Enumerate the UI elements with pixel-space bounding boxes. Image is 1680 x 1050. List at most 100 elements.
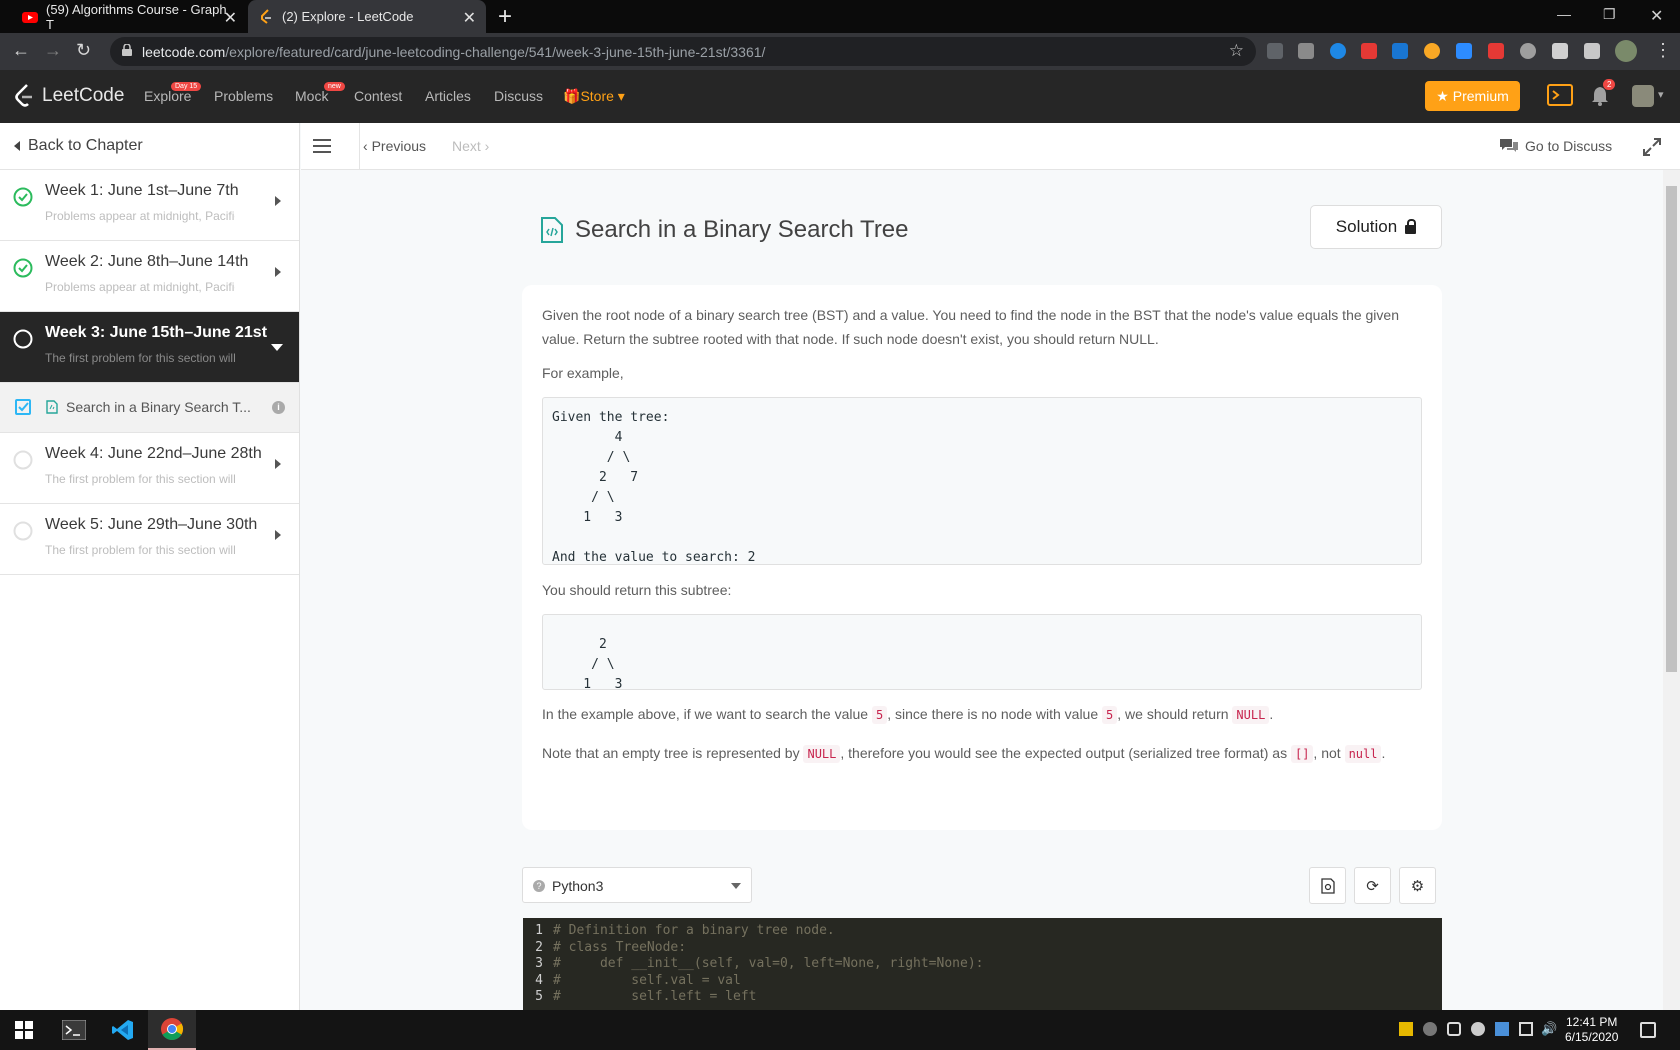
forward-arrow-icon[interactable]: →	[44, 40, 62, 61]
action-center-icon[interactable]	[1640, 1022, 1656, 1038]
terminal-icon[interactable]	[50, 1010, 98, 1050]
week-item-3[interactable]: Week 3: June 15th–June 21st The first pr…	[0, 312, 299, 383]
nav-discuss[interactable]: Discuss	[494, 88, 543, 104]
window-close-icon[interactable]: ✕	[1650, 6, 1663, 26]
line-number: 4	[535, 972, 543, 988]
extension-icon[interactable]	[1520, 43, 1536, 59]
code-editor[interactable]: 1 # Definition for a binary tree node. 2 #…	[523, 918, 1442, 1010]
system-clock[interactable]: 12:41 PM 6/15/2020	[1565, 1015, 1618, 1045]
browser-tab-leetcode[interactable]: (2) Explore - LeetCode ✕	[248, 0, 486, 33]
back-arrow-icon[interactable]: ←	[12, 40, 30, 61]
clock-date: 6/15/2020	[1565, 1030, 1619, 1044]
week-title: Week 1: June 1st–June 7th	[45, 182, 239, 199]
new-tab-icon[interactable]: +	[498, 3, 512, 31]
week-item-5[interactable]: Week 5: June 29th–June 30th The first pr…	[0, 504, 299, 575]
media-control-icon[interactable]	[1584, 43, 1600, 59]
s-extension-icon[interactable]	[1392, 43, 1408, 59]
puzzle-icon[interactable]	[1552, 43, 1568, 59]
close-tab-icon[interactable]: ✕	[463, 8, 476, 28]
volume-icon[interactable]: 🔊	[1541, 1022, 1557, 1036]
tray-app-icon[interactable]	[1399, 1022, 1413, 1036]
refresh-icon: ⟳	[1366, 877, 1379, 895]
caret-right-icon	[275, 530, 281, 540]
solution-button[interactable]: Solution	[1310, 205, 1442, 249]
chrome-icon[interactable]	[148, 1010, 196, 1050]
week-item-2[interactable]: Week 2: June 8th–June 14th Problems appe…	[0, 241, 299, 312]
zoom-extension-icon[interactable]	[1456, 43, 1472, 59]
description-line-1: Given the root node of a binary search t…	[542, 307, 1399, 323]
shield-icon[interactable]	[1447, 1022, 1461, 1036]
profile-avatar[interactable]	[1615, 40, 1637, 62]
checkbox-icon[interactable]	[15, 399, 31, 415]
editor-settings-button[interactable]: ⚙	[1399, 867, 1436, 904]
notes-button[interactable]	[1309, 867, 1346, 904]
plus-extension-icon[interactable]	[1361, 43, 1377, 59]
youtube-icon	[22, 11, 38, 23]
week-item-4[interactable]: Week 4: June 22nd–June 28th The first pr…	[0, 433, 299, 504]
expand-icon[interactable]	[1643, 138, 1661, 156]
gift-icon: 🎁	[563, 88, 581, 104]
nav-mock[interactable]: Mock	[295, 88, 328, 104]
menu-hamburger-icon[interactable]	[313, 139, 331, 157]
empty-tree-note: Note that an empty tree is represented b…	[542, 741, 1385, 766]
back-to-chapter[interactable]: Back to Chapter	[0, 123, 299, 170]
network-icon[interactable]	[1519, 1022, 1533, 1036]
main-content: Search in a Binary Search Tree Solution …	[301, 170, 1663, 1010]
text-span: .	[1269, 706, 1274, 722]
playground-icon[interactable]	[1547, 84, 1573, 106]
windows-start-icon[interactable]	[0, 1010, 48, 1050]
document-icon	[1320, 877, 1335, 894]
user-avatar[interactable]	[1632, 85, 1654, 107]
vscode-icon[interactable]	[99, 1010, 147, 1050]
line-number: 2	[535, 939, 543, 955]
extension-icon[interactable]	[1488, 43, 1504, 59]
progress-circle-icon	[13, 329, 33, 349]
language-value: Python3	[552, 878, 604, 894]
lesson-item-search-bst[interactable]: Search in a Binary Search T... i	[0, 383, 299, 433]
go-to-discuss-link[interactable]: Go to Discuss	[1499, 138, 1612, 154]
camera-extension-icon[interactable]	[1298, 43, 1314, 59]
previous-button[interactable]: ‹ Previous	[363, 138, 426, 154]
url-text: leetcode.com/explore/featured/card/june-…	[142, 44, 766, 60]
code-line: 5 # self.left = left	[523, 989, 1442, 1006]
week-item-1[interactable]: Week 1: June 1st–June 7th Problems appea…	[0, 170, 299, 241]
bookmark-star-icon[interactable]: ☆	[1229, 41, 1244, 61]
nav-contest[interactable]: Contest	[354, 88, 402, 104]
content-header-bar: ‹ Previous Next › Go to Discuss	[301, 123, 1680, 170]
windows-taskbar: 🔊 12:41 PM 6/15/2020	[0, 1010, 1680, 1050]
notification-badge: 2	[1603, 79, 1616, 90]
week-subtitle: The first problem for this section will	[45, 543, 235, 557]
next-button[interactable]: Next ›	[452, 138, 489, 154]
leetcode-logo[interactable]: LeetCode	[14, 84, 124, 108]
react-extension-icon[interactable]	[1330, 43, 1346, 59]
tray-app-icon[interactable]	[1495, 1022, 1509, 1036]
extension-icon[interactable]	[1424, 43, 1440, 59]
premium-button[interactable]: ★ Premium	[1425, 81, 1520, 111]
address-bar[interactable]: leetcode.com/explore/featured/card/june-…	[110, 37, 1256, 66]
nav-articles[interactable]: Articles	[425, 88, 471, 104]
star-icon: ★	[1436, 87, 1449, 104]
inline-code: NULL	[1232, 706, 1270, 724]
restore-icon[interactable]: ❐	[1603, 6, 1616, 23]
language-select[interactable]: ? Python3	[522, 867, 752, 903]
tab-title: (2) Explore - LeetCode	[282, 9, 414, 24]
reset-code-button[interactable]: ⟳	[1354, 867, 1391, 904]
week-subtitle: Problems appear at midnight, Pacific	[45, 280, 235, 294]
menu-dots-icon[interactable]: ⋮	[1654, 40, 1672, 61]
minimize-icon[interactable]: —	[1557, 6, 1571, 22]
reload-icon[interactable]: ↻	[76, 40, 91, 61]
text-span: In the example above, if we want to sear…	[542, 706, 872, 722]
nav-store[interactable]: 🎁Store ▾	[563, 88, 625, 105]
info-icon[interactable]: i	[272, 401, 285, 414]
extension-icon[interactable]	[1267, 43, 1283, 59]
avatar-dropdown-icon[interactable]: ▾	[1658, 88, 1664, 101]
nav-problems[interactable]: Problems	[214, 88, 273, 104]
leetcode-navbar: LeetCode Explore Day 15 Problems Mock ne…	[0, 70, 1680, 123]
browser-tab-youtube[interactable]: (59) Algorithms Course - Graph T ✕	[12, 0, 247, 33]
help-icon[interactable]: ?	[533, 880, 545, 892]
tray-app-icon[interactable]	[1423, 1022, 1437, 1036]
scrollbar-thumb[interactable]	[1666, 186, 1677, 672]
leetcode-favicon-icon	[261, 8, 271, 24]
close-tab-icon[interactable]: ✕	[224, 8, 237, 28]
onedrive-cloud-icon[interactable]	[1471, 1022, 1485, 1036]
